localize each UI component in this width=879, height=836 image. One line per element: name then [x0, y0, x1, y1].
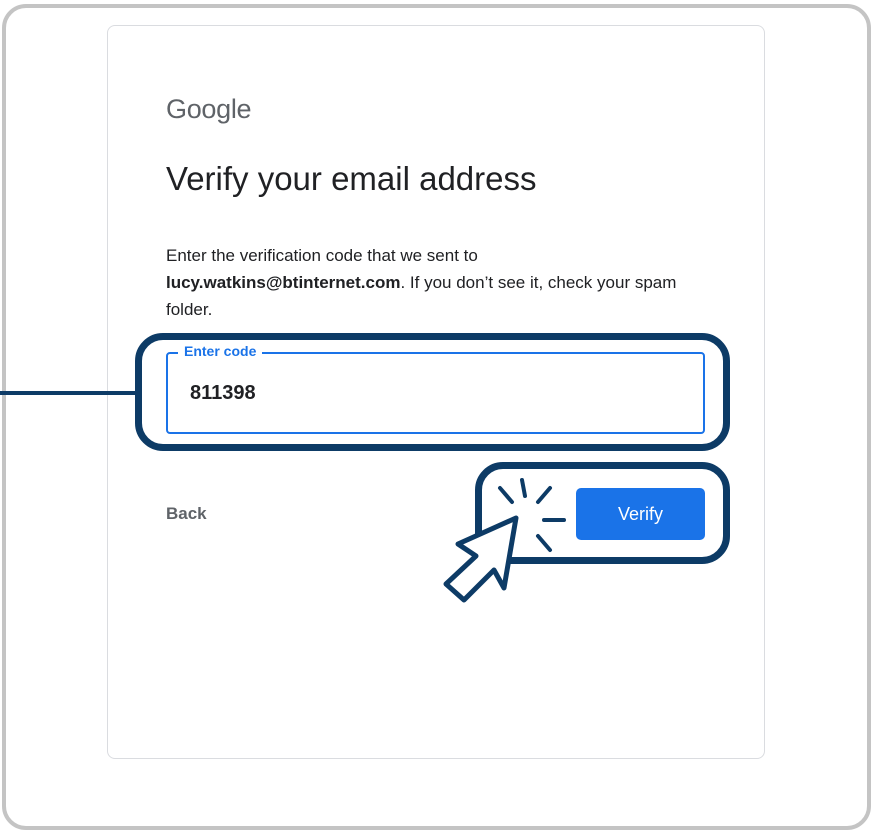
google-logo: Google: [166, 94, 252, 124]
click-ray-bottom-right: [536, 534, 552, 552]
page-title: Verify your email address: [166, 160, 537, 197]
click-ray-top-left: [498, 486, 514, 504]
callout-pointer-line: [0, 391, 137, 395]
verify-button[interactable]: Verify: [576, 488, 705, 540]
code-input[interactable]: [190, 382, 670, 405]
hand-pointer-click-icon: [443, 478, 566, 603]
click-ray-top: [520, 478, 527, 498]
hand-pointer-shape: [443, 515, 519, 603]
click-ray-top-right: [536, 486, 552, 504]
code-field-label: Enter code: [178, 343, 263, 359]
back-button[interactable]: Back: [166, 504, 207, 524]
recipient-email: lucy.watkins@btinternet.com: [166, 273, 401, 292]
instruction-prefix: Enter the verification code that we sent…: [166, 246, 478, 265]
code-field[interactable]: Enter code: [166, 343, 705, 434]
instruction-text: Enter the verification code that we sent…: [166, 242, 706, 323]
